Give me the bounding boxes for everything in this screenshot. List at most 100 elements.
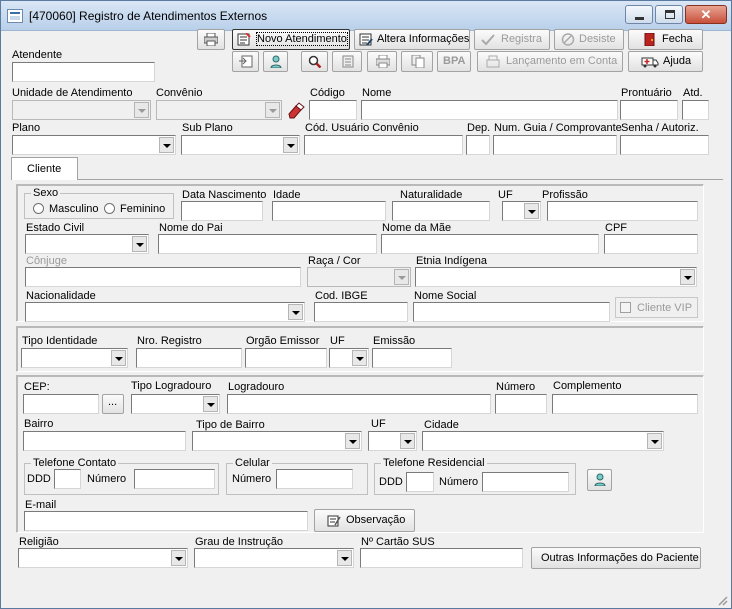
- maximize-button[interactable]: [655, 5, 683, 24]
- uf-nat-select[interactable]: [502, 201, 541, 221]
- cod-ibge-input[interactable]: [314, 302, 408, 322]
- main-window: [470060] Registro de Atendimentos Extern…: [0, 0, 732, 609]
- nome-mae-input[interactable]: [381, 234, 599, 254]
- nome-social-input[interactable]: [413, 302, 610, 322]
- maximize-icon: [665, 10, 675, 19]
- cpf-label: CPF: [605, 222, 627, 234]
- tab-cliente[interactable]: Cliente: [11, 157, 78, 180]
- atendente-input[interactable]: [12, 62, 155, 82]
- cpf-input[interactable]: [604, 234, 698, 254]
- complemento-input[interactable]: [552, 394, 698, 414]
- outras-informacoes-label: Outras Informações do Paciente: [541, 552, 699, 564]
- naturalidade-input[interactable]: [392, 201, 490, 221]
- num-guia-label: Num. Guia / Comprovante: [494, 122, 622, 134]
- uf-identidade-select[interactable]: [329, 348, 369, 368]
- prontuario-input[interactable]: [620, 100, 678, 120]
- email-input[interactable]: [24, 511, 308, 531]
- lancamento-em-conta-button[interactable]: Lançamento em Conta: [477, 51, 623, 72]
- orgao-emissor-input[interactable]: [245, 348, 327, 368]
- zoom-button[interactable]: [301, 51, 328, 72]
- copy-documents-icon: [411, 55, 425, 68]
- registra-button[interactable]: Registra: [474, 29, 550, 50]
- altera-informacoes-button[interactable]: Altera Informações: [354, 29, 470, 50]
- naturalidade-label: Naturalidade: [400, 189, 463, 201]
- minimize-button[interactable]: [625, 5, 653, 24]
- masculino-label: Masculino: [49, 203, 99, 215]
- outras-informacoes-button[interactable]: Outras Informações do Paciente: [531, 547, 701, 569]
- cep-search-button[interactable]: ...: [102, 394, 124, 414]
- logradouro-input[interactable]: [227, 394, 491, 414]
- sub-plano-select[interactable]: [181, 135, 300, 155]
- ddd-residencial-input[interactable]: [406, 472, 434, 492]
- uf-endereco-select[interactable]: [368, 431, 417, 451]
- tipo-bairro-label: Tipo de Bairro: [196, 419, 265, 431]
- close-button[interactable]: ✕: [685, 5, 727, 24]
- unidade-select[interactable]: [12, 100, 151, 120]
- estado-civil-select[interactable]: [25, 234, 149, 254]
- nome-pai-input[interactable]: [158, 234, 377, 254]
- cidade-select[interactable]: [422, 431, 664, 451]
- emissao-input[interactable]: [372, 348, 452, 368]
- senha-input[interactable]: [620, 135, 709, 155]
- numero-celular-input[interactable]: [276, 469, 353, 489]
- fecha-button[interactable]: Fecha: [628, 29, 703, 50]
- convenio-select[interactable]: [156, 100, 282, 120]
- resize-grip-icon[interactable]: [715, 593, 729, 607]
- print-button[interactable]: [197, 29, 225, 50]
- list-button[interactable]: [332, 51, 362, 72]
- clear-convenio-button[interactable]: [286, 100, 306, 119]
- numero-contato-input[interactable]: [134, 469, 215, 489]
- cliente-vip-checkbox[interactable]: [620, 302, 631, 313]
- bairro-input[interactable]: [23, 431, 186, 451]
- cep-input[interactable]: [23, 394, 99, 414]
- import-button[interactable]: [232, 51, 259, 72]
- print-report-button[interactable]: [367, 51, 397, 72]
- cliente-vip-label: Cliente VIP: [637, 302, 693, 314]
- conjuge-input[interactable]: [25, 267, 301, 287]
- masculino-radio[interactable]: [33, 203, 44, 214]
- profissao-input[interactable]: [547, 201, 698, 221]
- desiste-button[interactable]: Desiste: [554, 29, 624, 50]
- data-nascimento-input[interactable]: [181, 201, 263, 221]
- conjuge-label: Cônjuge: [26, 255, 67, 267]
- ajuda-button[interactable]: Ajuda: [628, 51, 703, 72]
- num-guia-input[interactable]: [493, 135, 617, 155]
- exit-door-icon: [644, 33, 655, 46]
- phone-contact-button[interactable]: [587, 469, 612, 491]
- atendente-label: Atendente: [12, 49, 63, 61]
- atd-input[interactable]: [682, 100, 709, 120]
- idade-input[interactable]: [272, 201, 386, 221]
- patient-icon: [270, 55, 282, 68]
- novo-atendimento-button[interactable]: Novo Atendimento: [232, 29, 350, 50]
- new-record-icon: [237, 33, 251, 46]
- cartao-sus-input[interactable]: [360, 548, 523, 568]
- app-window-icon: [7, 9, 23, 23]
- copy-button[interactable]: [401, 51, 433, 72]
- edit-record-icon: [359, 33, 373, 46]
- numero-residencial-input[interactable]: [482, 472, 569, 492]
- numero-input[interactable]: [495, 394, 547, 414]
- printer-icon: [376, 55, 390, 68]
- plano-select[interactable]: [12, 135, 176, 155]
- observacao-button[interactable]: Observação: [314, 509, 415, 532]
- tipo-bairro-select[interactable]: [192, 431, 362, 451]
- cod-usuario-input[interactable]: [304, 135, 463, 155]
- etnia-select[interactable]: [415, 267, 697, 287]
- grau-instrucao-select[interactable]: [194, 548, 354, 568]
- desiste-label: Desiste: [579, 33, 616, 45]
- religiao-select[interactable]: [18, 548, 188, 568]
- tipo-identidade-select[interactable]: [21, 348, 128, 368]
- tipo-logradouro-select[interactable]: [131, 394, 220, 414]
- nome-input[interactable]: [361, 100, 618, 120]
- patient-search-button[interactable]: [263, 51, 288, 72]
- bpa-button[interactable]: BPA: [437, 51, 471, 72]
- emissao-label: Emissão: [373, 335, 416, 347]
- ddd-contato-input[interactable]: [54, 469, 81, 489]
- nacionalidade-select[interactable]: [25, 302, 305, 322]
- convenio-label: Convênio: [156, 87, 203, 99]
- codigo-input[interactable]: [309, 100, 357, 120]
- dep-input[interactable]: [466, 135, 490, 155]
- nro-registro-input[interactable]: [136, 348, 242, 368]
- raca-cor-select[interactable]: [307, 267, 411, 287]
- feminino-radio[interactable]: [104, 203, 115, 214]
